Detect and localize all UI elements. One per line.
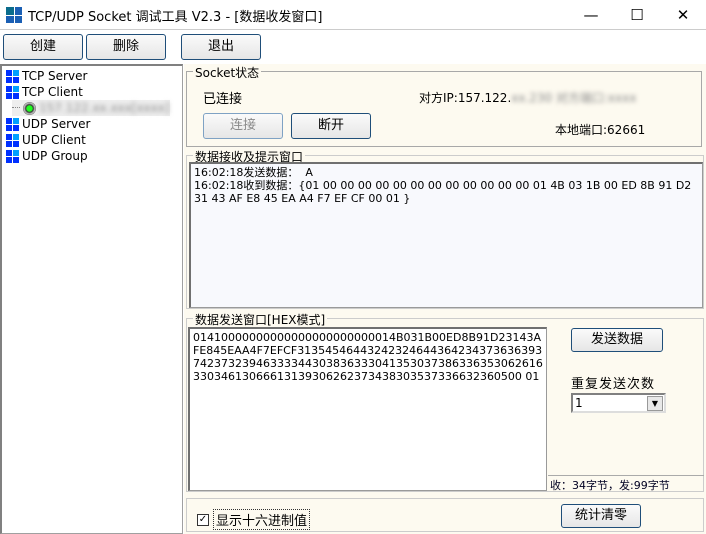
connected-icon (23, 101, 36, 115)
connection-status: 已连接 (203, 92, 243, 107)
close-button[interactable]: ✕ (660, 0, 706, 30)
folder-icon (6, 117, 19, 131)
toolbar: 创建 删除 退出 (0, 31, 706, 63)
maximize-button[interactable]: ☐ (614, 0, 660, 30)
local-port: 本地端口:62661 (555, 123, 646, 137)
folder-icon (6, 133, 19, 147)
send-group: 数据发送窗口[HEX模式] 01410000000000000000000000… (186, 311, 704, 492)
send-data-button[interactable]: 发送数据 (571, 328, 663, 352)
app-logo-icon (6, 7, 22, 23)
title-bar: TCP/UDP Socket 调试工具 V2.3 - [数据收发窗口] — ☐ … (0, 0, 706, 30)
connect-button[interactable]: 连接 (203, 113, 283, 139)
send-data-input[interactable]: 01410000000000000000000000014B031B00ED8B… (188, 327, 547, 491)
checkbox-checked-icon[interactable]: ✓ (197, 513, 209, 526)
receive-group: 数据接收及提示窗口 16:02:18发送数据： A 16:02:18收到数据：{… (186, 148, 704, 309)
tree-item-tcp-client[interactable]: TCP Client (6, 84, 83, 100)
create-button[interactable]: 创建 (3, 34, 83, 60)
delete-button[interactable]: 删除 (86, 34, 166, 60)
repeat-count-select[interactable]: 1 ▼ (571, 393, 666, 413)
minimize-button[interactable]: — (568, 0, 614, 30)
tree-item-udp-server[interactable]: UDP Server (6, 116, 90, 132)
reset-stats-button[interactable]: 统计清零 (561, 504, 641, 528)
repeat-count-label: 重复发送次数 (571, 377, 656, 392)
socket-status-group: Socket状态 已连接 对方IP:157.122.xx.230 对方端口:xx… (186, 64, 702, 147)
tree-item-udp-client[interactable]: UDP Client (6, 132, 86, 148)
chevron-down-icon[interactable]: ▼ (647, 396, 663, 411)
receive-log[interactable]: 16:02:18发送数据： A 16:02:18收到数据：{01 00 00 0… (189, 162, 703, 308)
folder-icon (6, 149, 19, 163)
byte-stats: 收：34字节，发:99字节 (548, 475, 704, 492)
exit-button[interactable]: 退出 (181, 34, 261, 60)
show-hex-checkbox[interactable]: ✓ 显示十六进制值 (197, 509, 311, 530)
tree-item-udp-group[interactable]: UDP Group (6, 148, 88, 164)
remote-ip: 对方IP:157.122.xx.230 对方端口:xxxx (419, 91, 637, 105)
data-panel: Socket状态 已连接 对方IP:157.122.xx.230 对方端口:xx… (184, 64, 706, 534)
folder-icon (6, 85, 19, 99)
disconnect-button[interactable]: 断开 (291, 113, 371, 139)
connection-tree: TCP Server TCP Client 157.122.xx.xxx[xxx… (0, 64, 183, 534)
bottom-bar: ✓ 显示十六进制值 统计清零 (186, 498, 704, 532)
tree-item-tcp-server[interactable]: TCP Server (6, 68, 87, 84)
window-title: TCP/UDP Socket 调试工具 V2.3 - [数据收发窗口] (28, 10, 323, 25)
tree-item-client-connection[interactable]: 157.122.xx.xxx[xxxx] (12, 100, 170, 116)
folder-icon (6, 69, 19, 83)
